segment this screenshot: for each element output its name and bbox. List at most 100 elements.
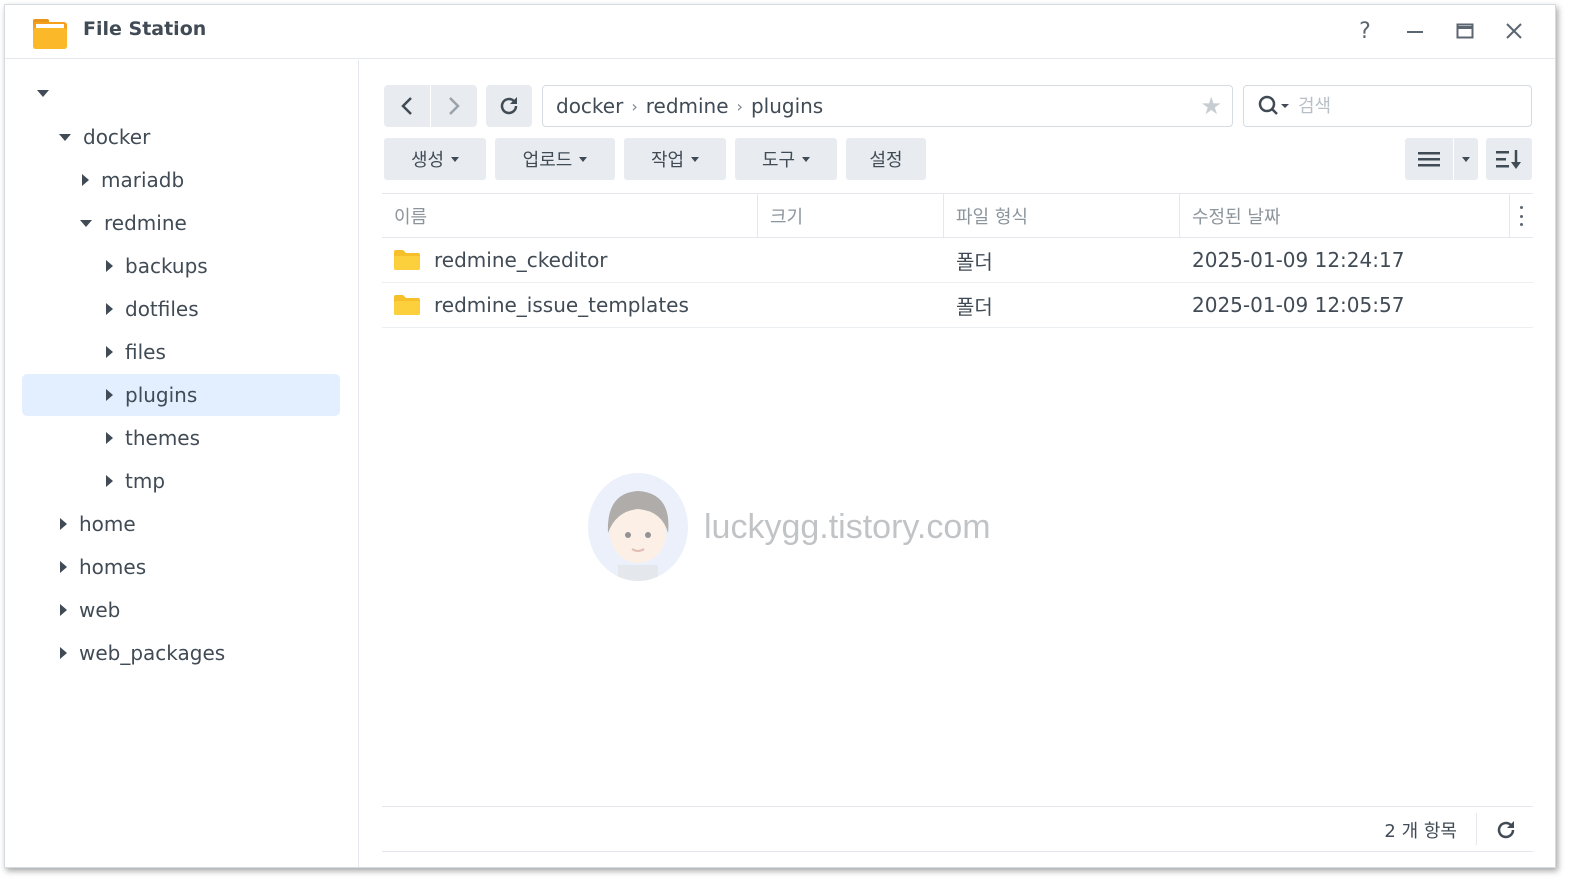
tree-item-docker[interactable]: docker [59, 116, 339, 158]
caret-right-icon[interactable] [60, 604, 67, 616]
close-icon [1506, 23, 1522, 39]
tree-item-home[interactable]: home [60, 503, 340, 545]
breadcrumb-docker[interactable]: docker [556, 94, 623, 118]
dropdown-caret-icon [691, 156, 700, 162]
caret-right-icon[interactable] [106, 475, 113, 487]
caret-right-icon[interactable] [82, 174, 89, 186]
minimize-icon [1407, 31, 1423, 33]
tree-item-web[interactable]: web [60, 589, 340, 631]
caret-right-icon[interactable] [106, 432, 113, 444]
folder-tree-sidebar: docker mariadb redmine backups dotfiles … [5, 60, 359, 867]
search-icon[interactable] [1258, 95, 1290, 117]
favorite-star-icon[interactable]: ★ [1200, 92, 1222, 120]
file-modified-cell: 2025-01-09 12:24:17 [1192, 248, 1405, 272]
chevron-right-icon [449, 97, 460, 115]
dropdown-caret-icon [579, 156, 588, 162]
tree-item-dotfiles[interactable]: dotfiles [106, 288, 336, 330]
upload-button[interactable]: 업로드 [495, 138, 615, 180]
caret-right-icon[interactable] [60, 647, 67, 659]
settings-button-label: 설정 [869, 150, 903, 171]
close-button[interactable] [1499, 16, 1529, 46]
tree-item-mariadb[interactable]: mariadb [82, 159, 342, 201]
forward-button[interactable] [431, 85, 477, 127]
sort-icon [1496, 150, 1521, 169]
list-view-button[interactable] [1405, 138, 1453, 180]
back-button[interactable] [384, 85, 430, 127]
file-name-cell: redmine_ckeditor [394, 238, 754, 282]
maximize-button[interactable] [1450, 16, 1480, 46]
breadcrumb-plugins[interactable]: plugins [751, 94, 823, 118]
caret-right-icon[interactable] [60, 518, 67, 530]
file-station-app-icon [33, 19, 67, 49]
upload-button-label: 업로드 [522, 150, 573, 171]
tree-item-label: web [79, 598, 121, 622]
item-count: 2 개 항목 [1384, 821, 1457, 842]
breadcrumb-redmine[interactable]: redmine [646, 94, 729, 118]
column-header-type[interactable]: 파일 형식 [944, 194, 1180, 238]
caret-right-icon[interactable] [106, 260, 113, 272]
column-header-modified[interactable]: 수정된 날짜 [1180, 194, 1510, 238]
column-header-size[interactable]: 크기 [758, 194, 944, 238]
help-button[interactable]: ? [1350, 16, 1380, 46]
file-size-cell [770, 283, 940, 327]
breadcrumb-separator-icon: › [631, 96, 638, 116]
table-row[interactable]: redmine_issue_templates 폴더 2025-01-09 12… [382, 283, 1533, 328]
tree-item-files[interactable]: files [106, 331, 336, 373]
tree-item-label: docker [83, 125, 151, 149]
dropdown-caret-icon [802, 156, 811, 162]
column-options-icon[interactable] [1513, 206, 1529, 226]
action-button[interactable]: 작업 [624, 138, 726, 180]
tree-item-tmp[interactable]: tmp [106, 460, 336, 502]
tree-item-label: homes [79, 555, 147, 579]
view-mode-dropdown[interactable] [1454, 138, 1478, 180]
table-row[interactable]: redmine_ckeditor 폴더 2025-01-09 12:24:17 [382, 238, 1533, 283]
tree-root[interactable] [37, 72, 337, 114]
settings-button[interactable]: 설정 [846, 138, 926, 180]
refresh-icon [1497, 821, 1515, 839]
file-size-cell [770, 238, 940, 282]
tree-item-backups[interactable]: backups [106, 245, 336, 287]
dropdown-caret-icon [451, 156, 460, 162]
caret-right-icon[interactable] [106, 389, 113, 401]
minimize-button[interactable] [1400, 16, 1430, 46]
tree-item-plugins[interactable]: plugins [22, 374, 340, 416]
caret-right-icon[interactable] [106, 303, 113, 315]
create-button[interactable]: 생성 [384, 138, 486, 180]
tree-item-web-packages[interactable]: web_packages [60, 632, 340, 674]
search-box[interactable] [1243, 85, 1532, 127]
caret-down-icon[interactable] [80, 219, 92, 227]
watermark-text: luckygg.tistory.com [704, 507, 991, 546]
tree-item-label: web_packages [79, 641, 226, 665]
sort-button[interactable] [1486, 138, 1532, 180]
status-footer: 2 개 항목 [382, 806, 1533, 852]
breadcrumb-separator-icon: › [736, 96, 743, 116]
avatar-watermark-icon [588, 473, 688, 581]
path-bar[interactable]: docker › redmine › plugins ★ [542, 85, 1233, 127]
tree-item-themes[interactable]: themes [106, 417, 336, 459]
refresh-list-button[interactable] [1493, 817, 1519, 843]
refresh-path-button[interactable] [486, 85, 532, 127]
refresh-icon [500, 97, 518, 115]
tree-item-redmine[interactable]: redmine [80, 202, 340, 244]
search-input[interactable] [1298, 95, 1498, 117]
caret-down-icon[interactable] [59, 133, 71, 141]
tree-item-label: plugins [125, 383, 198, 407]
file-name: redmine_issue_templates [434, 293, 689, 317]
tree-item-label: files [125, 340, 166, 364]
create-button-label: 생성 [410, 150, 445, 171]
caret-right-icon[interactable] [60, 561, 67, 573]
title-bar: File Station ? [5, 5, 1555, 59]
column-header-name[interactable]: 이름 [382, 194, 758, 238]
help-icon: ? [1359, 18, 1371, 44]
tree-item-label: mariadb [101, 168, 185, 192]
caret-right-icon[interactable] [106, 346, 113, 358]
tree-item-label: themes [125, 426, 201, 450]
file-type-cell: 폴더 [956, 249, 993, 274]
caret-down-icon[interactable] [37, 89, 49, 97]
list-view-icon [1418, 152, 1440, 167]
chevron-left-icon [401, 97, 412, 115]
tree-item-homes[interactable]: homes [60, 546, 340, 588]
action-button-label: 작업 [650, 150, 685, 171]
tools-button[interactable]: 도구 [735, 138, 837, 180]
maximize-icon [1456, 23, 1474, 39]
